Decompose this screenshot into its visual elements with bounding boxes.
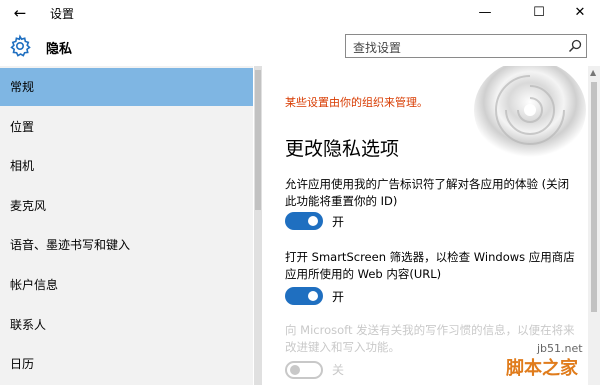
writing-info-toggle[interactable] — [285, 361, 323, 379]
search-input[interactable]: 查找设置 — [345, 34, 587, 58]
toggle-knob — [308, 291, 318, 301]
page-header: 隐私 查找设置 — [0, 26, 600, 66]
sidebar-item-general[interactable]: 常规 — [0, 68, 253, 106]
sidebar: 常规 位置 相机 麦克风 语音、墨迹书写和键入 帐户信息 联系人 日历 — [0, 66, 253, 385]
writing-info-toggle-state: 关 — [332, 363, 345, 377]
watermark-logo-text: 脚本之家 — [506, 358, 578, 379]
search-placeholder: 查找设置 — [353, 41, 402, 55]
advertising-id-toggle-state: 开 — [332, 215, 345, 229]
smartscreen-description: 打开 SmartScreen 筛选器，以检查 Windows 应用商店应用所使用… — [285, 250, 575, 281]
sidebar-item-camera[interactable]: 相机 — [0, 147, 253, 185]
content-scrollbar-thumb[interactable] — [591, 82, 597, 312]
scroll-up-arrow-icon[interactable]: ▲ — [590, 68, 596, 77]
section-title: 更改隐私选项 — [285, 138, 400, 160]
search-icon[interactable] — [568, 39, 582, 53]
advertising-id-toggle[interactable] — [285, 212, 323, 230]
toggle-knob — [308, 216, 318, 226]
smartscreen-toggle-state: 开 — [332, 290, 345, 304]
sidebar-scrollbar-thumb[interactable] — [255, 70, 261, 210]
smartscreen-toggle[interactable] — [285, 287, 323, 305]
sidebar-item-account-info[interactable]: 帐户信息 — [0, 266, 253, 304]
minimize-button[interactable]: — — [462, 0, 508, 26]
title-bar: ← 设置 — ☐ ✕ — [0, 0, 600, 26]
settings-gear-icon — [10, 34, 31, 57]
writing-info-description: 向 Microsoft 发送有关我的写作习惯的信息，以便在将来改进键入和写入功能… — [285, 323, 575, 354]
app-title: 设置 — [50, 7, 75, 21]
back-arrow-icon[interactable]: ← — [10, 3, 30, 23]
toggle-knob — [290, 365, 300, 375]
advertising-id-description: 允许应用使用我的广告标识符了解对各应用的体验 (关闭此功能将重置你的 ID) — [285, 177, 570, 208]
close-button[interactable]: ✕ — [560, 0, 600, 26]
page-title: 隐私 — [46, 42, 73, 57]
sidebar-item-microphone[interactable]: 麦克风 — [0, 187, 253, 225]
sidebar-item-speech-inking-typing[interactable]: 语音、墨迹书写和键入 — [0, 226, 253, 264]
maximize-button[interactable]: ☐ — [516, 0, 562, 26]
sidebar-item-location[interactable]: 位置 — [0, 108, 253, 146]
organization-managed-notice: 某些设置由你的组织来管理。 — [285, 96, 428, 109]
sidebar-item-contacts[interactable]: 联系人 — [0, 306, 253, 344]
sidebar-item-calendar[interactable]: 日历 — [0, 345, 253, 383]
decorative-swirl-image — [474, 66, 586, 160]
